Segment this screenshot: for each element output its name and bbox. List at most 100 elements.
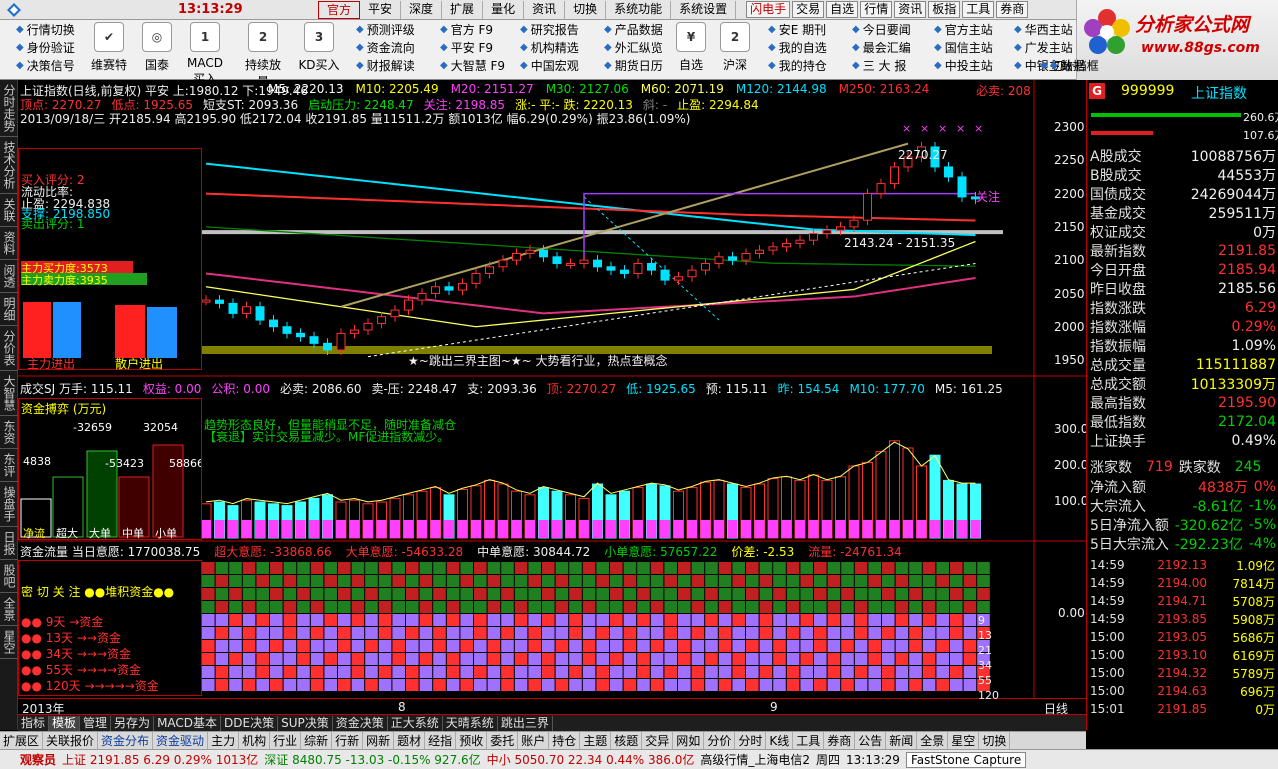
menu-7[interactable]: 系统功能	[606, 0, 672, 19]
bottom-link-11[interactable]: 经指	[425, 732, 457, 749]
bottom-link-4[interactable]: 主力	[208, 732, 240, 749]
toolbar-item[interactable]: ◆ 平安 F9	[440, 38, 520, 56]
toolbar-item[interactable]: ◆ 我的自选	[768, 38, 848, 56]
toolbar-big-button[interactable]: 1 MACD买入	[182, 22, 228, 87]
left-tab-13[interactable]: 全景	[0, 593, 18, 626]
toolbar-big-button[interactable]: 2 沪深	[712, 22, 758, 73]
bottom-link-0[interactable]: 扩展区	[0, 732, 44, 749]
left-tab-14[interactable]: 星空	[0, 626, 18, 659]
bottom-link-10[interactable]: 题材	[394, 732, 426, 749]
quick-button-5[interactable]: 板指	[928, 1, 961, 18]
brand-url[interactable]: www.88gs.com	[1141, 40, 1260, 56]
chart-area[interactable]: × × × × × 上证指数(日线,前复权) 平安 上:1980.12 下:1949.4…	[18, 80, 1088, 716]
quick-button-6[interactable]: 工具	[962, 1, 995, 18]
left-tab-8[interactable]: 东资	[0, 416, 18, 449]
indicator-tab-4[interactable]: MACD基本	[154, 715, 222, 731]
toolbar-item[interactable]: ◆ 机构精选	[520, 38, 600, 56]
toolbar-item[interactable]: ◆ 今日要闻	[852, 20, 932, 38]
toolbar-item[interactable]: ◆ 最会汇编	[852, 38, 932, 56]
toolbar-item[interactable]: ◆ 资金流向	[356, 38, 436, 56]
toolbar-big-button[interactable]: ✔ 维赛特	[86, 22, 132, 73]
left-tab-6[interactable]: 分价表	[0, 326, 18, 371]
bottom-link-2[interactable]: 资金分布	[98, 732, 154, 749]
indicator-tab-1[interactable]: 模板	[49, 715, 81, 731]
indicator-tab-5[interactable]: DDE决策	[221, 715, 279, 731]
bottom-link-20[interactable]: 分价	[704, 732, 736, 749]
bottom-link-9[interactable]: 网新	[363, 732, 395, 749]
left-tab-9[interactable]: 东评	[0, 449, 18, 482]
toolbar-item[interactable]: ◆ 数据	[1050, 56, 1130, 74]
left-tab-0[interactable]: 分时走势	[0, 80, 18, 137]
toolbar-item[interactable]: ◆ 三 大 报	[852, 56, 932, 74]
toolbar-item[interactable]: ◆ 预测评级	[356, 20, 436, 38]
bottom-link-15[interactable]: 持仓	[549, 732, 581, 749]
indicator-tab-7[interactable]: 资金决策	[333, 715, 388, 731]
toolbar-item[interactable]: ◆ 行情切换	[16, 20, 96, 38]
toolbar-item[interactable]: ◆ 财报解读	[356, 56, 436, 74]
bottom-link-16[interactable]: 主题	[580, 732, 612, 749]
toolbar-item[interactable]: ◆ 我的持仓	[768, 56, 848, 74]
left-tab-10[interactable]: 操盘手	[0, 482, 18, 527]
quick-button-1[interactable]: 交易	[792, 1, 825, 18]
indicator-tab-2[interactable]: 管理	[80, 715, 112, 731]
toolbar-item[interactable]: ◆ 中国宏观	[520, 56, 600, 74]
menu-5[interactable]: 资讯	[524, 0, 566, 19]
bottom-link-26[interactable]: 新闻	[886, 732, 918, 749]
left-tab-7[interactable]: 大智慧	[0, 371, 18, 416]
toolbar-item[interactable]	[1050, 20, 1130, 38]
bottom-link-21[interactable]: 分时	[735, 732, 767, 749]
toolbar-item[interactable]: ◆ 中投主站	[934, 56, 1014, 74]
bottom-link-3[interactable]: 资金驱动	[153, 732, 209, 749]
toolbar-big-button[interactable]: ◎ 国泰	[134, 22, 180, 73]
toolbar-item[interactable]: ◆ 研究报告	[520, 20, 600, 38]
bottom-link-6[interactable]: 行业	[270, 732, 302, 749]
bottom-link-1[interactable]: 关联报价	[43, 732, 99, 749]
bottom-link-5[interactable]: 机构	[239, 732, 271, 749]
toolbar-big-button[interactable]: 3 KD买入	[296, 22, 342, 73]
left-tab-2[interactable]: 关联	[0, 194, 18, 227]
menu-2[interactable]: 深度	[401, 0, 443, 19]
indicator-tab-9[interactable]: 天晴系统	[443, 715, 498, 731]
indicator-tab-8[interactable]: 正大系统	[388, 715, 443, 731]
toolbar-item[interactable]: ◆ 官方 F9	[440, 20, 520, 38]
bottom-link-13[interactable]: 委托	[487, 732, 519, 749]
bottom-link-29[interactable]: 切换	[979, 732, 1011, 749]
toolbar-item[interactable]: ◆ 大智慧 F9	[440, 56, 520, 74]
left-tab-12[interactable]: 股吧	[0, 560, 18, 593]
bottom-link-17[interactable]: 核题	[611, 732, 643, 749]
menu-0[interactable]: 官方	[318, 0, 361, 19]
quick-button-0[interactable]: 闪电手	[746, 1, 791, 18]
indicator-tab-3[interactable]: 另存为	[111, 715, 155, 731]
left-tab-11[interactable]: 日报	[0, 527, 18, 560]
indicator-tab-10[interactable]: 跳出三界	[498, 715, 553, 731]
indicator-tab-6[interactable]: SUP决策	[278, 715, 333, 731]
menu-3[interactable]: 扩展	[442, 0, 484, 19]
bottom-link-18[interactable]: 交异	[642, 732, 674, 749]
toolbar-item[interactable]: ◆ 身份验证	[16, 38, 96, 56]
quick-button-3[interactable]: 行情	[860, 1, 893, 18]
toolbar-item[interactable]	[1050, 38, 1130, 56]
bottom-link-14[interactable]: 账户	[518, 732, 550, 749]
bottom-link-8[interactable]: 行新	[332, 732, 364, 749]
bottom-link-28[interactable]: 星空	[948, 732, 980, 749]
left-tab-5[interactable]: 明细	[0, 293, 18, 326]
quick-button-2[interactable]: 自选	[826, 1, 859, 18]
menu-8[interactable]: 系统设置	[671, 0, 737, 19]
capture-window[interactable]: FastStone Capture	[905, 751, 1027, 768]
toolbar-item[interactable]: ◆ 安E 期刊	[768, 20, 848, 38]
indicator-tab-0[interactable]: 指标	[18, 715, 50, 731]
bottom-link-24[interactable]: 券商	[824, 732, 856, 749]
bottom-link-12[interactable]: 预收	[456, 732, 488, 749]
bottom-link-22[interactable]: K线	[766, 732, 794, 749]
bottom-link-25[interactable]: 公告	[855, 732, 887, 749]
menu-1[interactable]: 平安	[360, 0, 402, 19]
quick-button-4[interactable]: 资讯	[894, 1, 927, 18]
bottom-link-19[interactable]: 网如	[673, 732, 705, 749]
menu-6[interactable]: 切换	[565, 0, 607, 19]
toolbar-big-button[interactable]: ¥ 自选	[668, 22, 714, 73]
toolbar-item[interactable]: ◆ 国信主站	[934, 38, 1014, 56]
menu-4[interactable]: 量化	[483, 0, 525, 19]
quick-button-7[interactable]: 券商	[996, 1, 1029, 18]
left-tab-1[interactable]: 技术分析	[0, 137, 18, 194]
left-tab-3[interactable]: 资料	[0, 227, 18, 260]
